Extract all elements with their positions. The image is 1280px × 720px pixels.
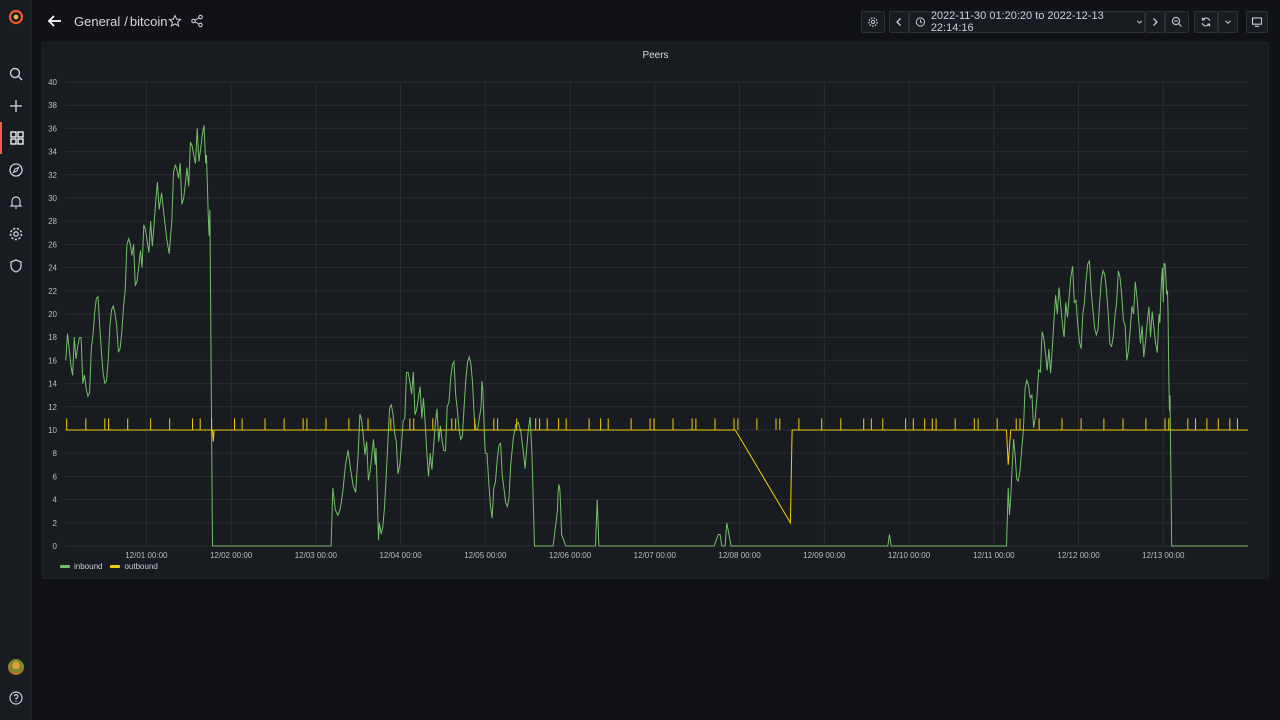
y-tick-label: 40 [48, 78, 57, 87]
breadcrumb: General / bitcoin [74, 14, 167, 29]
refresh-icon [1201, 17, 1211, 27]
back-arrow-icon[interactable] [46, 12, 64, 30]
y-tick-label: 12 [48, 403, 57, 412]
side-menu [0, 0, 32, 720]
chevron-down-icon [1225, 20, 1231, 24]
x-tick-label: 12/03 00:00 [295, 551, 338, 560]
zoom-out-icon [1171, 16, 1182, 27]
legend-item-inbound[interactable]: inbound [60, 562, 102, 571]
x-tick-label: 12/05 00:00 [464, 551, 507, 560]
chevron-down-icon [1136, 20, 1143, 24]
peers-panel: Peers 0 2 4 6 8 10 12 14 16 18 20 22 24 26 28 30 32 34 36 3… [42, 42, 1269, 579]
y-tick-label: 14 [48, 380, 57, 389]
shield-icon[interactable] [0, 250, 32, 282]
y-tick-label: 16 [48, 356, 57, 365]
legend-label-outbound: outbound [124, 562, 158, 571]
explore-icon[interactable] [0, 154, 32, 186]
y-tick-label: 0 [53, 542, 58, 551]
dashboard-nav: General / bitcoin 2022-11-30 01:20:20 to 2… [32, 0, 1280, 42]
x-tick-label: 12/01 00:00 [125, 551, 168, 560]
view-mode-button[interactable] [1246, 11, 1268, 33]
x-tick-label: 12/11 00:00 [973, 551, 1015, 560]
zoom-out-button[interactable] [1165, 11, 1189, 33]
search-icon[interactable] [0, 58, 32, 90]
breadcrumb-dashboard[interactable]: bitcoin [130, 14, 168, 29]
share-icon[interactable] [190, 14, 204, 28]
chevron-left-icon [896, 18, 901, 26]
x-tick-label: 12/09 00:00 [803, 551, 846, 560]
y-tick-label: 6 [53, 472, 58, 481]
refresh-button[interactable] [1194, 11, 1218, 33]
plus-icon[interactable] [0, 90, 32, 122]
gear-icon [868, 17, 878, 27]
clock-icon [915, 17, 926, 27]
y-tick-label: 22 [48, 287, 57, 296]
y-tick-label: 2 [53, 519, 58, 528]
refresh-interval-dropdown[interactable] [1218, 11, 1238, 33]
breadcrumb-folder[interactable]: General [74, 14, 120, 29]
time-range-picker[interactable]: 2022-11-30 01:20:20 to 2022-12-13 22:14:… [909, 10, 1145, 34]
y-tick-label: 18 [48, 333, 57, 342]
x-tick-label: 12/12 00:00 [1057, 551, 1100, 560]
x-tick-label: 12/10 00:00 [888, 551, 931, 560]
monitor-icon [1251, 17, 1263, 27]
dashboard-settings-button[interactable] [861, 11, 885, 33]
legend-item-outbound[interactable]: outbound [110, 562, 158, 571]
x-tick-label: 12/07 00:00 [634, 551, 677, 560]
time-range-label: 2022-11-30 01:20:20 to 2022-12-13 22:14:… [930, 10, 1104, 34]
legend: inbound outbound [60, 562, 158, 571]
star-icon[interactable] [168, 14, 182, 28]
x-tick-label: 12/02 00:00 [210, 551, 253, 560]
series-outbound-spikes [66, 418, 1238, 430]
y-tick-label: 20 [48, 310, 57, 319]
legend-swatch-inbound [60, 565, 70, 568]
y-tick-label: 4 [53, 496, 58, 505]
chevron-right-icon [1153, 18, 1158, 26]
alert-bell-icon[interactable] [0, 186, 32, 218]
time-shift-back-button[interactable] [889, 11, 909, 33]
series-inbound-line [65, 125, 1248, 547]
y-tick-label: 28 [48, 217, 57, 226]
legend-label-inbound: inbound [74, 562, 103, 571]
time-shift-forward-button[interactable] [1145, 11, 1165, 33]
peers-chart[interactable]: 024681012141618202224262830323436384012/… [43, 43, 1270, 580]
y-tick-label: 34 [48, 148, 57, 157]
x-tick-label: 12/08 00:00 [718, 551, 761, 560]
y-tick-label: 32 [48, 171, 57, 180]
breadcrumb-separator: / [124, 14, 128, 29]
y-tick-label: 10 [48, 426, 57, 435]
y-tick-label: 38 [48, 101, 57, 110]
grafana-logo-icon[interactable] [0, 1, 32, 33]
y-tick-label: 30 [48, 194, 57, 203]
gear-icon[interactable] [0, 218, 32, 250]
y-tick-label: 8 [53, 449, 58, 458]
avatar[interactable] [8, 659, 24, 675]
y-tick-label: 26 [48, 240, 57, 249]
y-tick-label: 36 [48, 124, 57, 133]
x-tick-label: 12/13 00:00 [1142, 551, 1185, 560]
x-tick-label: 12/04 00:00 [379, 551, 422, 560]
help-icon[interactable] [0, 682, 32, 714]
dashboards-icon[interactable] [0, 122, 32, 154]
legend-swatch-outbound [110, 565, 121, 568]
x-tick-label: 12/06 00:00 [549, 551, 592, 560]
y-tick-label: 24 [48, 264, 57, 273]
